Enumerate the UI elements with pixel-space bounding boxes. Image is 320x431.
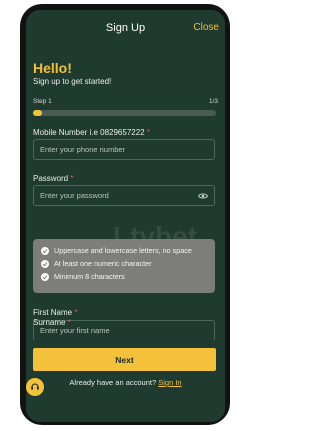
next-button[interactable]: Next	[33, 348, 216, 371]
surname-label-text: Surname	[33, 318, 66, 327]
password-rule-text: At least one numeric character	[54, 259, 152, 268]
mobile-input[interactable]	[34, 140, 214, 159]
required-mark: *	[146, 128, 150, 137]
required-mark: *	[67, 318, 71, 327]
eye-icon[interactable]	[198, 192, 208, 200]
password-rule-item: Uppercase and lowercase letters, no spac…	[41, 246, 192, 255]
subtitle-text: Sign up to get started!	[33, 77, 112, 86]
header-bar: Sign Up Close	[26, 10, 225, 44]
headset-icon	[31, 383, 39, 390]
signin-prompt: Already have an account? Sign In	[26, 378, 225, 387]
first-name-label-text: First Name	[33, 308, 73, 317]
progress-fill	[33, 110, 43, 116]
check-circle-icon	[41, 259, 49, 268]
hello-heading: Hello!	[33, 60, 72, 76]
password-label-text: Password	[33, 174, 69, 183]
signup-screen: Sign Up Close Hello! Sign up to get star…	[26, 10, 225, 422]
already-account-text: Already have an account?	[69, 378, 157, 387]
check-circle-icon	[41, 246, 49, 255]
password-rules-panel: Uppercase and lowercase letters, no spac…	[33, 239, 215, 293]
password-label: Password *	[33, 174, 73, 183]
step-count: 1/3	[208, 98, 218, 105]
password-rule-text: Minimum 8 characters	[54, 272, 125, 281]
required-mark: *	[70, 174, 74, 183]
password-rule-item: At least one numeric character	[41, 259, 151, 268]
bottom-action-area: Next Already have an account? Sign In	[26, 340, 225, 422]
progress-bar	[33, 110, 216, 116]
close-button[interactable]: Close	[193, 22, 219, 33]
password-input[interactable]	[34, 186, 214, 205]
mobile-label: Mobile Number i.e 0829657222 *	[33, 128, 150, 137]
signup-form: Hello! Sign up to get started! Step 1 1/…	[26, 44, 225, 344]
mobile-label-text: Mobile Number i.e 0829657222	[33, 128, 145, 137]
step-label: Step 1	[33, 98, 52, 105]
chat-support-icon[interactable]	[26, 378, 44, 396]
password-rule-text: Uppercase and lowercase letters, no spac…	[54, 246, 192, 255]
surname-label: Surname *	[33, 318, 71, 327]
signin-link[interactable]: Sign In	[158, 378, 181, 387]
required-mark: *	[74, 308, 78, 317]
password-field[interactable]	[33, 185, 215, 206]
password-rule-item: Minimum 8 characters	[41, 272, 125, 281]
mobile-field[interactable]	[33, 139, 215, 160]
check-circle-icon	[41, 272, 49, 281]
first-name-label: First Name *	[33, 308, 77, 317]
